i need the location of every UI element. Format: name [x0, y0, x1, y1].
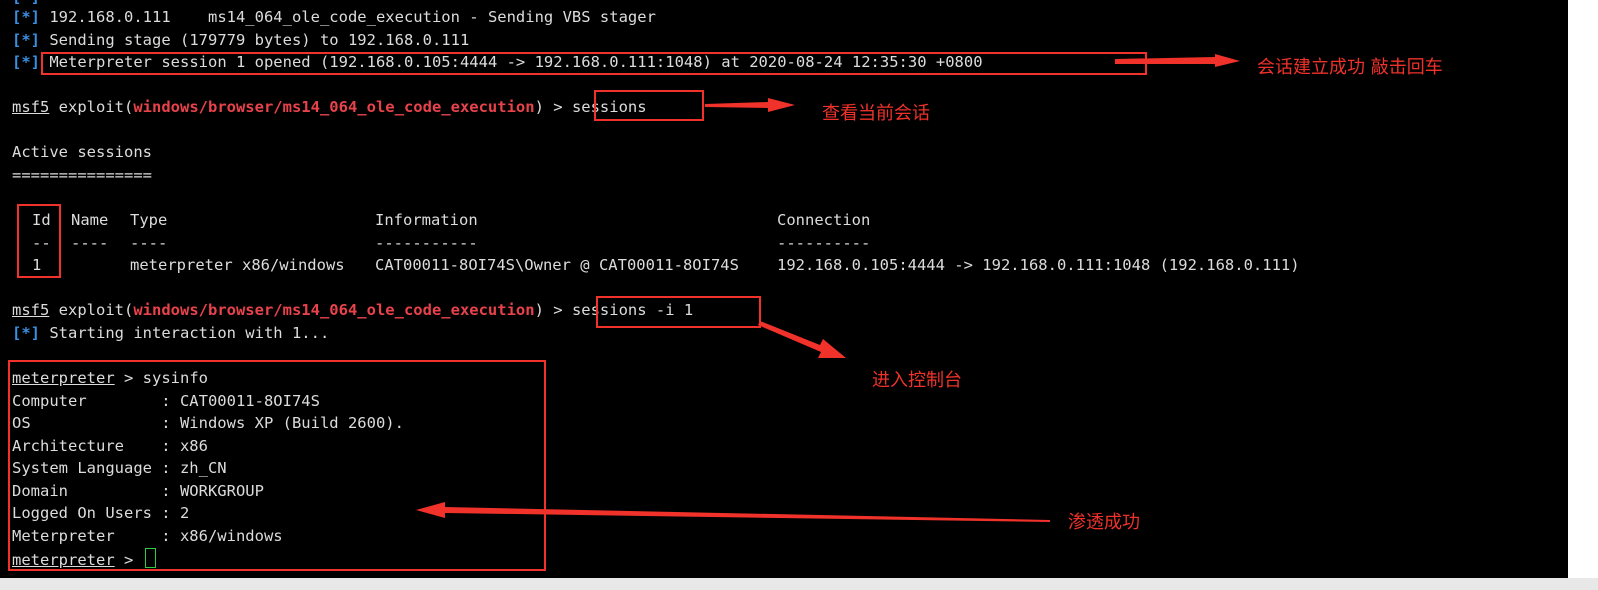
window-right-edge — [1568, 0, 1598, 590]
annotation-success: 渗透成功 — [1068, 512, 1140, 533]
window-bottom-edge — [0, 578, 1598, 590]
arrow-enter-console — [758, 321, 846, 358]
arrow-session-established — [1115, 54, 1240, 67]
annotation-enter-console: 进入控制台 — [872, 370, 962, 391]
arrow-view-sessions — [705, 98, 795, 112]
arrow-success — [416, 502, 1050, 522]
annotation-session-established: 会话建立成功 敲击回车 — [1257, 57, 1443, 78]
annotation-view-sessions: 查看当前会话 — [822, 103, 930, 124]
annotation-arrows — [416, 54, 1240, 522]
terminal-window[interactable]: [*] [*] 192.168.0.111 ms14_064_ole_code_… — [0, 0, 1568, 578]
